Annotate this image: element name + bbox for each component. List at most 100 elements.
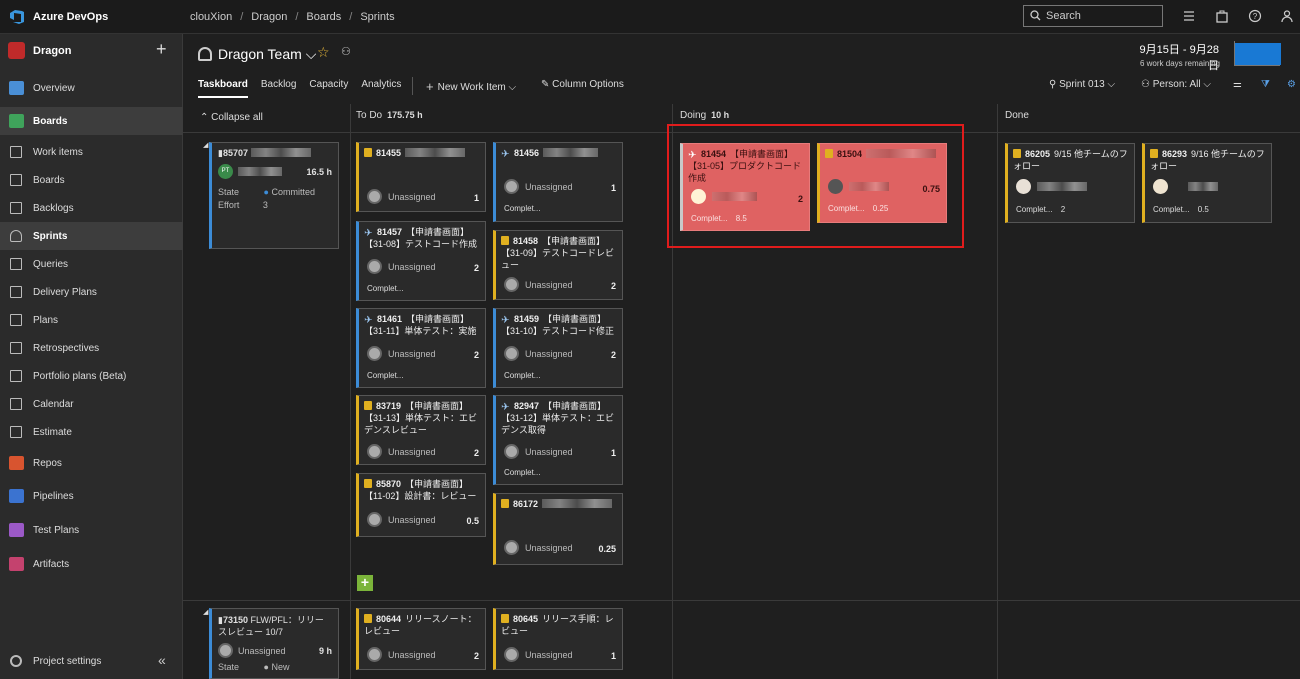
task-card[interactable]: 81458 【申請書画面】【31-09】テストコードレビュー Unassigned…: [493, 230, 623, 300]
user-settings-icon[interactable]: [1281, 9, 1295, 23]
chevron-down-icon: ⌵: [1203, 79, 1211, 90]
tab-capacity[interactable]: Capacity: [309, 79, 348, 98]
tab-analytics[interactable]: Analytics: [361, 79, 401, 98]
task-plane-icon: ✈: [501, 149, 510, 160]
task-card[interactable]: ✈ 81461 【申請書画面】【31-11】単体テスト：実施 Unassigned …: [356, 308, 486, 388]
breadcrumb-boards[interactable]: Boards: [306, 11, 341, 23]
column-options-button[interactable]: ✎ Column Options: [541, 79, 624, 90]
breadcrumb-org[interactable]: clouXion: [190, 11, 232, 23]
task-card[interactable]: 80644 リリースノート：レビュー Unassigned 2: [356, 608, 486, 670]
pbi-card[interactable]: ▮73150 FLW/PFL：リリースレビュー 10/7 Unassigned …: [209, 608, 339, 679]
person-filter[interactable]: ⚇ Person: All ⌵: [1141, 79, 1211, 90]
sidebar-item-plans[interactable]: Plans: [0, 306, 183, 334]
help-icon[interactable]: ?: [1248, 9, 1262, 23]
task-icon: [364, 479, 372, 488]
blurred-title: [543, 148, 599, 157]
burndown-thumbnail[interactable]: [1234, 41, 1281, 66]
sidebar-item-calendar[interactable]: Calendar: [0, 390, 183, 418]
task-card[interactable]: ✈ 81454 【申請書画面】【31-05】プロダクトコード作成 2 Complet…: [680, 143, 810, 231]
search-label: Search: [1046, 10, 1081, 22]
brand-name[interactable]: Azure DevOps: [33, 11, 108, 23]
task-card[interactable]: ✈ 82947 【申請書画面】【31-12】単体テスト：エビデンス取得 Unassi…: [493, 395, 623, 485]
sidebar-item-repos[interactable]: Repos: [0, 449, 183, 477]
collapse-sidebar-icon[interactable]: «: [158, 652, 166, 668]
new-work-item-button[interactable]: + New Work Item ⌵: [426, 79, 516, 94]
tab-backlog[interactable]: Backlog: [261, 79, 297, 98]
task-card[interactable]: 86172 Unassigned 0.25: [493, 493, 623, 565]
sidebar-item-delivery-plans[interactable]: Delivery Plans: [0, 278, 183, 306]
filter-icon[interactable]: ⧩: [1261, 79, 1270, 90]
avatar: PT: [218, 164, 233, 179]
sidebar-item-test-plans[interactable]: Test Plans: [0, 516, 183, 544]
list-settings-icon[interactable]: [1182, 9, 1196, 23]
sidebar-item-pipelines[interactable]: Pipelines: [0, 482, 183, 510]
backlogs-icon: [10, 202, 22, 214]
state-dot-icon: ●: [263, 662, 269, 672]
row-expander-icon[interactable]: ◢: [203, 141, 208, 149]
task-card[interactable]: 80645 リリース手順：レビュー Unassigned 1: [493, 608, 623, 670]
task-card[interactable]: ✈ 81457 【申請書画面】【31-08】テストコード作成 Unassigned …: [356, 221, 486, 301]
sidebar-item-retrospectives[interactable]: Retrospectives: [0, 334, 183, 362]
sidebar-item-artifacts[interactable]: Artifacts: [0, 550, 183, 578]
sidebar-item-portfolio-plans[interactable]: Portfolio plans (Beta): [0, 362, 183, 390]
row-expander-icon[interactable]: ◢: [203, 608, 208, 616]
sidebar-item-boards-hub[interactable]: Boards: [0, 107, 183, 135]
blurred-title: [250, 148, 311, 157]
pbi-state: Committed: [271, 187, 315, 197]
breadcrumb-project[interactable]: Dragon: [251, 11, 287, 23]
task-card[interactable]: 86205 9/15 他チームのフォロー Complet... 2: [1005, 143, 1135, 223]
chevron-down-icon: ⌵: [508, 82, 517, 93]
queries-icon: [10, 258, 22, 270]
project-header[interactable]: Dragon +: [0, 34, 183, 68]
unassigned-avatar-icon: [367, 647, 382, 662]
tab-taskboard[interactable]: Taskboard: [198, 79, 248, 98]
task-card[interactable]: 85870 【申請書画面】【11-02】設計書：レビュー Unassigned 0…: [356, 473, 486, 537]
sprint-selector[interactable]: ⚲ Sprint 013 ⌵: [1049, 79, 1115, 90]
boards-icon: [10, 174, 22, 186]
column-divider: [350, 104, 351, 679]
task-card[interactable]: ✈ 81459 【申請書画面】【31-10】テストコード修正 Unassigned …: [493, 308, 623, 388]
column-header-done: Done: [1005, 110, 1029, 121]
project-name[interactable]: Dragon: [33, 45, 72, 57]
unassigned-avatar-icon: [367, 346, 382, 361]
task-card[interactable]: 86293 9/16 他チームのフォロー Complet... 0.5: [1142, 143, 1272, 223]
favorite-star-icon[interactable]: ☆: [317, 44, 330, 61]
task-icon: [364, 148, 372, 157]
add-task-button[interactable]: +: [357, 575, 373, 591]
azure-devops-logo-icon[interactable]: [9, 9, 25, 25]
settings-gear-icon[interactable]: ⚙: [1287, 79, 1296, 90]
search-input[interactable]: Search: [1023, 5, 1163, 27]
pipelines-icon: [9, 489, 24, 503]
project-settings[interactable]: Project settings «: [0, 646, 183, 676]
portfolio-plans-icon: [10, 370, 22, 382]
team-members-icon[interactable]: ⚇: [341, 45, 351, 58]
pbi-card[interactable]: ▮85707 PT 16.5 h State ● Committed Effor…: [209, 142, 339, 249]
collapse-all-button[interactable]: ⌃ Collapse all: [200, 112, 263, 123]
sidebar-item-estimate[interactable]: Estimate: [0, 418, 183, 446]
task-plane-icon: ✈: [364, 315, 373, 326]
task-card[interactable]: ✈ 81456 Unassigned 1 Complet...: [493, 142, 623, 222]
sidebar-item-backlogs[interactable]: Backlogs: [0, 194, 183, 222]
team-selector[interactable]: Dragon Team ⌵: [198, 46, 316, 63]
sidebar-item-boards[interactable]: Boards: [0, 166, 183, 194]
sidebar-item-sprints[interactable]: Sprints: [0, 222, 183, 250]
view-options-icon[interactable]: ⚌: [1233, 79, 1242, 90]
sidebar-item-queries[interactable]: Queries: [0, 250, 183, 278]
task-card[interactable]: 81455 Unassigned 1: [356, 142, 486, 212]
search-icon: [1030, 10, 1041, 21]
task-icon: [501, 614, 509, 623]
task-card[interactable]: 81504 0.75 Complet... 0.25: [817, 143, 947, 223]
overview-icon: [9, 81, 24, 95]
task-card[interactable]: 83719 【申請書画面】【31-13】単体テスト：エビデンスレビュー Unass…: [356, 395, 486, 465]
gear-icon: [10, 655, 22, 667]
avatar: [1016, 179, 1031, 194]
task-plane-icon: ✈: [501, 402, 510, 413]
add-icon[interactable]: +: [156, 39, 167, 60]
sidebar-item-work-items[interactable]: Work items: [0, 138, 183, 166]
task-plane-icon: ✈: [501, 315, 510, 326]
blurred-assignee: [238, 167, 282, 176]
breadcrumb-sprints[interactable]: Sprints: [360, 11, 394, 23]
svg-text:?: ?: [1253, 12, 1258, 21]
sidebar-item-overview[interactable]: Overview: [0, 74, 183, 102]
marketplace-bag-icon[interactable]: [1215, 9, 1229, 23]
